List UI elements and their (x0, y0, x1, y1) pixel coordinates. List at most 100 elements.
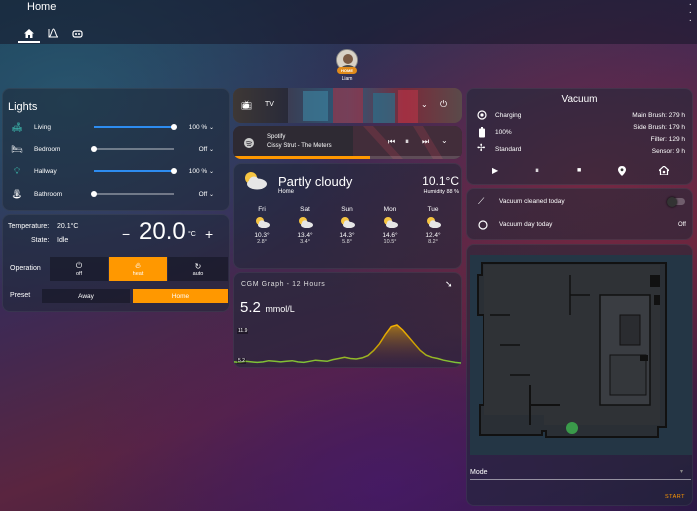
light-value[interactable]: 100 % ⌄ (189, 124, 214, 131)
tab-home[interactable] (20, 24, 38, 42)
light-value-text: 100 % (188, 123, 208, 131)
sofa-icon[interactable]: 🛋︎ (10, 122, 24, 133)
vacuum-stat-value: 179 h (668, 124, 685, 131)
preset-away-button[interactable]: Away (42, 289, 130, 303)
partly-cloudy-icon (245, 172, 267, 190)
mode-heat-button[interactable]: 🔥︎ heat (109, 257, 167, 281)
forecast-day: Tue 12.4° 8.2° (413, 206, 453, 245)
light-value-text: Off (198, 145, 208, 153)
brightness-slider[interactable] (94, 124, 177, 130)
mode-heat-label: heat (132, 271, 144, 277)
temperature-label: Temperature: (8, 223, 50, 230)
slider-knob[interactable] (171, 168, 177, 174)
forecast-day-label: Sun (341, 206, 353, 213)
vacuum-cleaned-label: Vacuum cleaned today (499, 198, 565, 205)
light-row-bathroom[interactable]: ⛲︎ Bathroom Off ⌄ (10, 186, 220, 202)
forecast-day-label: Sat (300, 206, 310, 213)
light-value[interactable]: 100 % ⌄ (189, 168, 214, 175)
preset-home-button[interactable]: Home (133, 289, 228, 303)
chevron-down-icon[interactable]: ⌄ (209, 169, 214, 175)
light-label: Bathroom (34, 190, 63, 198)
partly-cloudy-icon (256, 217, 270, 229)
home-icon (24, 28, 34, 38)
operation-label: Operation (10, 265, 41, 272)
vacuum-toggles-card (466, 188, 693, 240)
power-plug-icon (477, 110, 487, 120)
lamp-icon[interactable]: ⛲︎ (10, 189, 24, 200)
chevron-down-icon[interactable]: ⌄ (421, 100, 428, 109)
state-value: Idle (57, 237, 69, 244)
increase-button[interactable]: + (205, 226, 213, 242)
chevron-down-icon[interactable]: ⌄ (209, 147, 214, 153)
mode-off-label: off (75, 271, 82, 277)
toggle-knob (667, 196, 677, 207)
light-value-text: 100 % (188, 167, 208, 175)
light-label: Bedroom (34, 145, 61, 153)
weather-location: Home (278, 189, 295, 195)
chart-bell-curve-icon (48, 28, 58, 38)
spotify-media-card[interactable]: Spotify Cissy Strut - The Meters ⏮︎ ⏸︎ ⏭… (233, 126, 462, 159)
cgm-chart (234, 324, 461, 367)
ceiling-light-icon[interactable]: 💡︎ (10, 166, 24, 177)
home-dock-icon[interactable] (659, 166, 669, 175)
vacuum-stat: Main Brush: 279 h (632, 112, 685, 119)
light-value[interactable]: Off ⌄ (199, 191, 214, 198)
slider-knob[interactable] (91, 146, 97, 152)
forecast-day: Sun 14.3° 5.8° (327, 206, 367, 245)
power-button[interactable]: ⏻ (440, 99, 447, 110)
mode-auto-button[interactable]: ↻ auto (168, 257, 228, 281)
vacuum-status: Charging (495, 112, 522, 119)
setpoint: 20.0 (139, 218, 186, 245)
vacuum-stat-label: Main Brush: (632, 112, 667, 119)
pause-icon[interactable]: ⏸︎ (405, 137, 409, 147)
previous-track-icon[interactable]: ⏮︎ (388, 137, 395, 147)
light-row-hallway[interactable]: 💡︎ Hallway 100 % ⌄ (10, 163, 220, 179)
dropdown-arrow-icon[interactable]: ▾ (680, 468, 683, 475)
next-track-icon[interactable]: ⏭︎ (422, 137, 429, 147)
tv-label: TV (265, 101, 274, 108)
slider-knob[interactable] (171, 124, 177, 130)
brightness-slider[interactable] (94, 168, 177, 174)
autorenew-icon: ↻ (194, 261, 202, 271)
tab-vacuum[interactable] (68, 24, 86, 42)
light-row-bedroom[interactable]: 🛏︎ Bedroom Off ⌄ (10, 141, 220, 157)
tv-media-card[interactable]: 📺︎ TV ⌄ ⏻ (233, 88, 462, 123)
trend-arrow-icon: ➘ (445, 279, 453, 289)
bed-icon[interactable]: 🛏︎ (10, 144, 24, 155)
vacuum-stat-value: 9 h (675, 148, 685, 155)
map-marker-icon[interactable] (618, 166, 626, 176)
vacuum-stat-label: Side Brush: (633, 124, 667, 131)
play-icon[interactable]: ▶ (492, 166, 498, 175)
forecast-low: 10.5° (383, 239, 397, 245)
vacuum-cleaned-toggle[interactable] (667, 196, 685, 207)
decrease-button[interactable]: − (122, 226, 130, 242)
stop-icon[interactable]: ■ (577, 167, 581, 174)
start-button[interactable]: START (665, 494, 685, 500)
forecast-high: 14.3° (339, 232, 355, 239)
mode-label: Mode (470, 469, 488, 476)
mode-off-button[interactable]: ⏻ off (50, 257, 108, 281)
radiobox-blank-icon (478, 220, 488, 230)
partly-cloudy-icon (299, 217, 313, 229)
cgm-value: 5.2 (240, 299, 261, 316)
mode-auto-label: auto (192, 270, 204, 277)
pause-icon[interactable]: ⏸︎ (535, 166, 539, 176)
brightness-slider[interactable] (91, 146, 174, 152)
mode-select-underline[interactable] (470, 479, 691, 480)
state-label: State: (31, 237, 50, 244)
light-label: Living (34, 123, 51, 131)
spotify-icon (244, 138, 254, 148)
chevron-down-icon[interactable]: ⌄ (209, 125, 214, 131)
chevron-down-icon[interactable]: ⌄ (441, 136, 448, 145)
light-value[interactable]: Off ⌄ (199, 146, 214, 153)
light-row-living[interactable]: 🛋︎ Living 100 % ⌄ (10, 119, 220, 135)
vacuum-map[interactable] (470, 255, 692, 455)
forecast-high: 14.6° (382, 232, 398, 239)
tab-history[interactable] (44, 24, 62, 42)
vacuum-day-value: Off (678, 222, 686, 228)
partly-cloudy-icon (384, 217, 398, 229)
brightness-slider[interactable] (91, 191, 174, 197)
slider-knob[interactable] (91, 191, 97, 197)
chevron-down-icon[interactable]: ⌄ (209, 192, 214, 198)
more-vert-icon[interactable]: · · · (689, 0, 692, 26)
